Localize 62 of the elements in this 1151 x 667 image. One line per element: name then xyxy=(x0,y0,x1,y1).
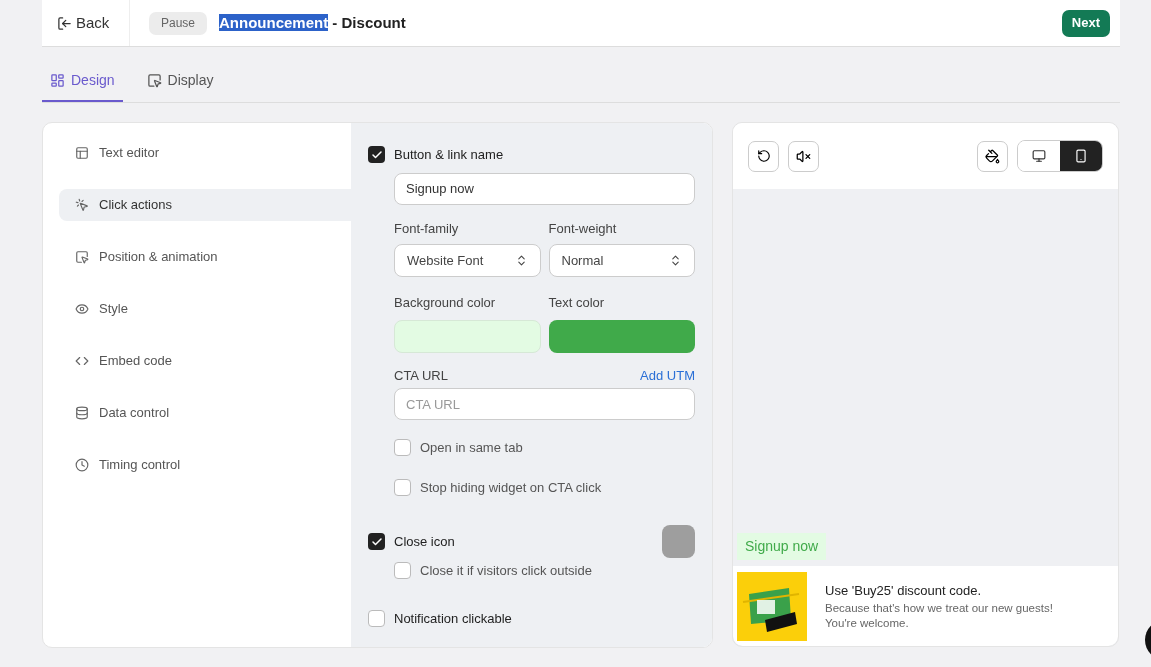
page-title: Announcement - Discount xyxy=(219,12,406,33)
code-icon xyxy=(75,354,89,368)
next-button[interactable]: Next xyxy=(1061,9,1110,37)
color-swatch[interactable] xyxy=(662,525,695,558)
notification-body: Because that's how we treat our new guests! You're welcome. xyxy=(825,600,1054,631)
add-utm-link[interactable]: Add UTM xyxy=(640,365,695,385)
cursor-square-icon xyxy=(146,73,162,88)
select-field[interactable]: Website Font xyxy=(394,244,541,277)
field-label: Background color xyxy=(394,294,497,312)
layout-icon xyxy=(50,73,65,88)
tab[interactable]: Display xyxy=(138,61,222,102)
checkbox-label: Close icon xyxy=(394,532,455,551)
eye-icon xyxy=(75,302,89,316)
checkbox[interactable] xyxy=(394,562,411,580)
checkbox[interactable] xyxy=(394,439,411,457)
field-label: Text color xyxy=(548,294,606,312)
checkbox-label: Open in same tab xyxy=(420,439,523,457)
input-field[interactable]: Signup now xyxy=(394,172,695,205)
check-icon xyxy=(370,535,383,548)
input-field[interactable]: CTA URL xyxy=(394,388,695,420)
back-button[interactable]: Back xyxy=(42,0,130,46)
layout-icon xyxy=(75,146,89,160)
field-label: Font-weight xyxy=(548,219,618,238)
sidebar-item[interactable]: Click actions xyxy=(59,189,351,221)
tab[interactable]: Design xyxy=(42,61,123,102)
color-swatch[interactable] xyxy=(394,319,541,353)
chevrons-icon xyxy=(669,254,682,267)
checkbox-label: Button & link name xyxy=(394,146,504,164)
database-icon xyxy=(75,406,89,420)
checkbox[interactable] xyxy=(368,146,385,164)
mute-button[interactable] xyxy=(788,140,819,172)
checkbox[interactable] xyxy=(394,478,411,496)
undo-icon xyxy=(756,149,771,163)
paint-bucket-icon xyxy=(985,148,1000,164)
field-label: Font-family xyxy=(394,219,460,238)
mobile-view-button[interactable] xyxy=(1060,141,1102,171)
exit-icon xyxy=(57,15,72,31)
checkbox[interactable] xyxy=(368,609,385,627)
select-field[interactable]: Normal xyxy=(548,244,695,277)
cursor-click-icon xyxy=(75,198,89,212)
color-swatch[interactable] xyxy=(548,319,695,353)
mute-icon xyxy=(796,148,811,164)
sidebar-item[interactable]: Timing control xyxy=(59,449,351,481)
checkbox[interactable] xyxy=(368,533,385,550)
smartphone-icon xyxy=(1074,149,1088,163)
checkbox-label: Stop hiding widget on CTA click xyxy=(420,478,602,497)
notification-title: Use 'Buy25' discount code. xyxy=(825,582,982,601)
sidebar-item[interactable]: Style xyxy=(59,293,351,325)
clock-icon xyxy=(75,458,89,472)
sidebar-item[interactable]: Embed code xyxy=(59,345,351,377)
sidebar-item[interactable]: Text editor xyxy=(59,137,351,169)
checkbox-label: Notification clickable xyxy=(394,609,512,628)
monitor-icon xyxy=(1032,149,1046,163)
sidebar-item[interactable]: Position & animation xyxy=(59,241,351,273)
sidebar-item[interactable]: Data control xyxy=(59,397,351,429)
undo-button[interactable] xyxy=(748,140,779,172)
checkbox-label: Close it if visitors click outside xyxy=(420,562,592,580)
paint-bucket-button[interactable] xyxy=(977,140,1008,172)
check-icon xyxy=(370,148,383,161)
pause-button[interactable]: Pause xyxy=(149,11,208,35)
cursor-square-icon xyxy=(75,250,89,264)
field-label: CTA URL xyxy=(394,366,448,385)
